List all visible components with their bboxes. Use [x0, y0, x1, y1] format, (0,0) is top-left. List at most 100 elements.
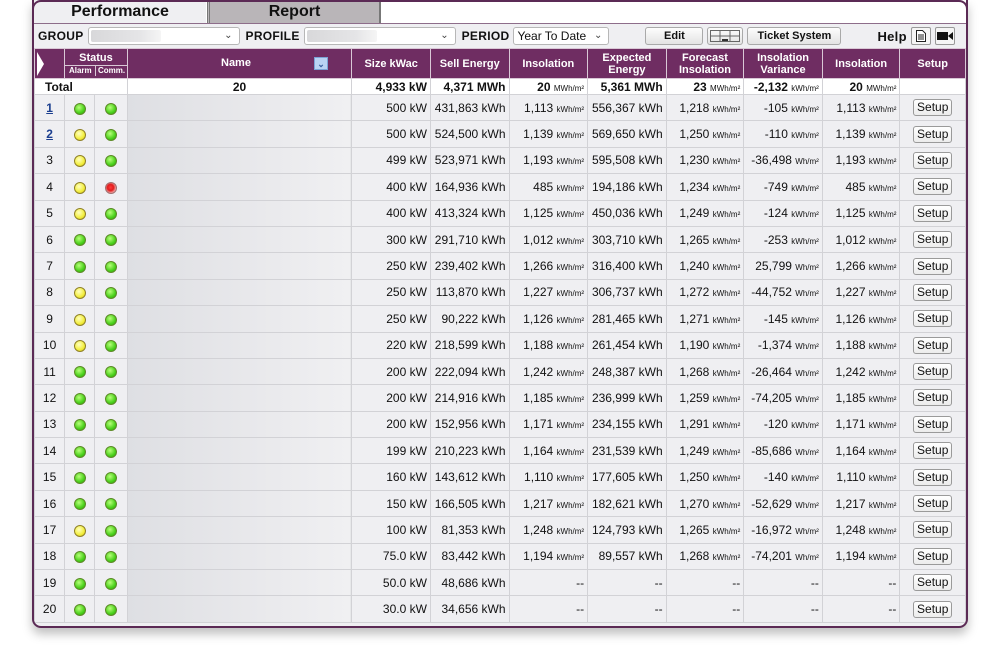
- site-name-redacted[interactable]: [126, 225, 353, 254]
- insolation-cell: 1,012 kWh/m²: [508, 225, 589, 254]
- green-status-light-icon: [105, 287, 118, 300]
- row-number: 9: [34, 305, 66, 333]
- setup-cell: Setup: [899, 569, 966, 597]
- sell-energy-cell: 291,710 kWh: [429, 225, 510, 254]
- total-row: Total 20 4,933 kW 4,371 MWh 20 MWh/m² 5,…: [34, 78, 966, 95]
- setup-cell: Setup: [899, 173, 966, 201]
- setup-cell: Setup: [899, 357, 966, 386]
- alarm-status: [64, 93, 96, 122]
- setup-button[interactable]: Setup: [913, 574, 953, 592]
- site-name-redacted[interactable]: [126, 199, 353, 227]
- total-insolation-variance: -2,132 kWh/m²: [743, 78, 823, 95]
- help-video-button[interactable]: [934, 27, 955, 45]
- comm-status: [94, 410, 128, 439]
- site-name-redacted[interactable]: [126, 463, 353, 491]
- site-name-redacted[interactable]: [126, 542, 353, 571]
- setup-button[interactable]: Setup: [913, 310, 953, 328]
- expand-toggle[interactable]: [34, 48, 66, 79]
- site-name-redacted[interactable]: [126, 595, 353, 623]
- setup-button[interactable]: Setup: [913, 547, 953, 565]
- size-header[interactable]: Size kWac: [351, 48, 431, 79]
- sell-energy-header[interactable]: Sell Energy: [429, 48, 510, 79]
- help-document-button[interactable]: [910, 27, 931, 45]
- yellow-status-light-icon: [73, 181, 86, 194]
- setup-button[interactable]: Setup: [913, 283, 953, 301]
- comm-header: Comm.: [95, 66, 126, 76]
- setup-button[interactable]: Setup: [913, 151, 953, 169]
- chevron-down-icon[interactable]: ⌄: [314, 57, 329, 70]
- insolation-header[interactable]: Insolation: [508, 48, 589, 79]
- layout-button[interactable]: [707, 27, 744, 45]
- setup-button[interactable]: Setup: [913, 600, 953, 618]
- alarm-status: [64, 278, 96, 307]
- forecast-insolation-header[interactable]: Forecast Insolation: [665, 48, 745, 79]
- expected-energy-cell: 450,036 kWh: [587, 199, 667, 227]
- site-name-redacted[interactable]: [126, 173, 353, 201]
- document-icon: [915, 30, 926, 42]
- setup-button[interactable]: Setup: [913, 204, 953, 222]
- alarm-status: [64, 173, 96, 201]
- site-name-redacted[interactable]: [126, 146, 353, 175]
- profile-label: PROFILE: [245, 29, 300, 43]
- row-number: 19: [34, 569, 66, 597]
- ticket-system-button[interactable]: Ticket System: [747, 27, 842, 45]
- row-number: 13: [34, 410, 66, 439]
- comm-status: [94, 331, 128, 359]
- site-name-redacted[interactable]: [126, 93, 353, 122]
- period-value: Year To Date: [517, 29, 587, 43]
- insolation2-header[interactable]: Insolation: [821, 48, 901, 79]
- period-select[interactable]: Year To Date ⌄: [513, 27, 610, 45]
- insolation-variance-header[interactable]: Insolation Variance: [743, 48, 823, 79]
- setup-cell: Setup: [899, 120, 966, 148]
- site-name-redacted[interactable]: [126, 305, 353, 333]
- row-number[interactable]: 2: [34, 120, 66, 148]
- site-name-redacted[interactable]: [126, 278, 353, 307]
- site-name-redacted[interactable]: [126, 331, 353, 359]
- site-name-redacted[interactable]: [126, 569, 353, 597]
- expected-energy-header[interactable]: Expected Energy: [587, 48, 667, 79]
- site-name-redacted[interactable]: [126, 384, 353, 412]
- insolation2-cell: 1,248 kWh/m²: [821, 516, 901, 544]
- setup-button[interactable]: Setup: [913, 178, 953, 196]
- setup-button[interactable]: Setup: [913, 442, 953, 460]
- site-name-redacted[interactable]: [126, 516, 353, 544]
- setup-button[interactable]: Setup: [913, 336, 953, 354]
- sell-energy-cell: 48,686 kWh: [429, 569, 510, 597]
- comm-status: [94, 146, 128, 175]
- green-status-light-icon: [73, 260, 86, 273]
- insolation-variance-cell: -74,201 Wh/m²: [743, 542, 823, 571]
- row-link[interactable]: 2: [46, 127, 53, 141]
- green-status-light-icon: [73, 498, 86, 511]
- site-name-redacted[interactable]: [126, 357, 353, 386]
- forecast-insolation-cell: 1,268 kWh/m²: [665, 542, 745, 571]
- setup-button[interactable]: Setup: [913, 363, 953, 381]
- row-link[interactable]: 1: [46, 101, 53, 115]
- setup-button[interactable]: Setup: [913, 99, 953, 117]
- site-name-redacted[interactable]: [126, 252, 353, 280]
- setup-button[interactable]: Setup: [913, 125, 953, 143]
- setup-button[interactable]: Setup: [913, 495, 953, 513]
- setup-button[interactable]: Setup: [913, 231, 953, 249]
- alarm-status: [64, 305, 96, 333]
- row-number[interactable]: 1: [34, 93, 66, 122]
- site-name-redacted[interactable]: [126, 410, 353, 439]
- setup-button[interactable]: Setup: [913, 468, 953, 486]
- setup-button[interactable]: Setup: [913, 257, 953, 275]
- profile-select[interactable]: ⌄: [303, 27, 456, 45]
- row-number: 8: [34, 278, 66, 307]
- edit-button[interactable]: Edit: [645, 27, 704, 45]
- setup-button[interactable]: Setup: [913, 521, 953, 539]
- site-name-redacted[interactable]: [126, 437, 353, 465]
- insolation-variance-cell: -44,752 Wh/m²: [743, 278, 823, 307]
- name-header[interactable]: Name ⌄: [126, 48, 353, 79]
- expected-energy-cell: 261,454 kWh: [587, 331, 667, 359]
- setup-button[interactable]: Setup: [913, 415, 953, 433]
- row-number: 15: [34, 463, 66, 491]
- group-select[interactable]: ⌄: [87, 27, 240, 45]
- site-name-redacted[interactable]: [126, 489, 353, 518]
- size-cell: 100 kW: [351, 516, 431, 544]
- setup-button[interactable]: Setup: [913, 389, 953, 407]
- site-name-redacted[interactable]: [126, 120, 353, 148]
- tab-report[interactable]: Report: [207, 0, 381, 23]
- tab-performance[interactable]: Performance: [34, 0, 206, 23]
